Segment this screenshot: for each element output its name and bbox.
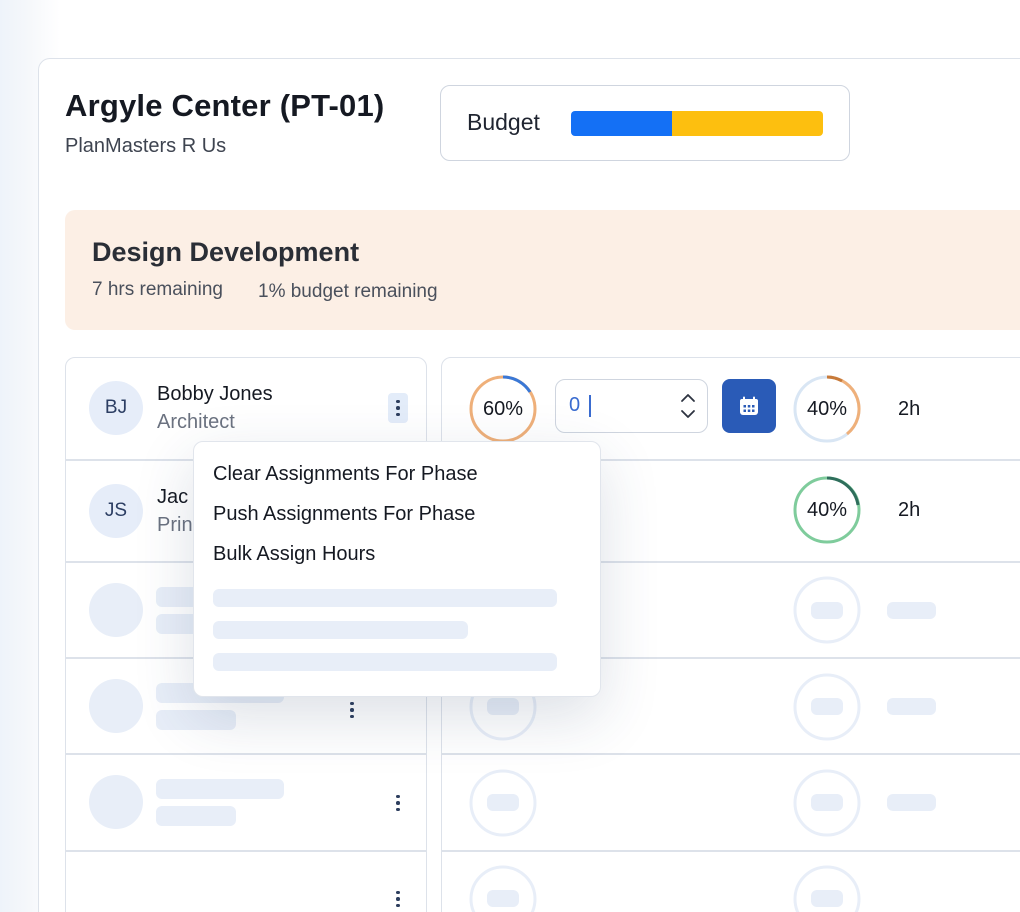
phase-budget-remaining: 1% budget remaining <box>258 281 438 302</box>
budget-used-segment <box>571 111 672 136</box>
person-name: Bobby Jones <box>157 383 273 405</box>
budget-label: Budget <box>467 109 540 135</box>
skeleton-bar <box>156 806 236 826</box>
skeleton-bar <box>811 698 843 715</box>
row-divider <box>442 753 1020 755</box>
client-name: PlanMasters R Us <box>65 135 227 157</box>
hours-value: 2h <box>898 499 921 521</box>
calendar-icon <box>740 396 758 415</box>
budget-remaining-segment <box>671 111 823 136</box>
allocation-percent: 60% <box>482 397 524 420</box>
avatar: BJ <box>89 381 143 435</box>
skeleton-bar <box>811 794 843 811</box>
skeleton-bar <box>213 621 468 639</box>
person-name: Jac <box>157 486 189 508</box>
phase-hours-remaining: 7 hrs remaining <box>92 279 223 300</box>
skeleton-bar <box>887 602 936 619</box>
person-role: Prin <box>157 514 193 536</box>
avatar: JS <box>89 484 143 538</box>
more-vertical-icon[interactable] <box>342 695 362 725</box>
avatar-placeholder <box>89 679 143 733</box>
more-vertical-icon[interactable] <box>388 788 408 818</box>
skeleton-bar <box>811 890 843 907</box>
skeleton-bar <box>487 794 519 811</box>
skeleton-bar <box>811 602 843 619</box>
calendar-button[interactable] <box>722 379 776 433</box>
menu-item-push-assignments[interactable]: Push Assignments For Phase <box>213 503 475 526</box>
skeleton-bar <box>156 779 284 799</box>
phase-context-menu: Clear Assignments For Phase Push Assignm… <box>193 441 601 697</box>
hours-input-value[interactable]: 0 <box>569 394 580 417</box>
more-vertical-icon[interactable] <box>388 393 408 423</box>
more-vertical-icon[interactable] <box>388 884 408 912</box>
skeleton-bar <box>887 794 936 811</box>
project-title: Argyle Center (PT-01) <box>65 88 385 123</box>
skeleton-bar <box>156 710 236 730</box>
avatar-placeholder <box>89 583 143 637</box>
budget-widget: Budget <box>440 85 850 161</box>
skeleton-bar <box>213 589 557 607</box>
hours-value: 2h <box>898 398 921 420</box>
hours-input[interactable]: 0 <box>555 379 708 433</box>
menu-item-clear-assignments[interactable]: Clear Assignments For Phase <box>213 463 478 486</box>
row-divider <box>66 753 426 755</box>
row-divider <box>442 850 1020 852</box>
row-divider <box>66 850 426 852</box>
skeleton-bar <box>487 698 519 715</box>
menu-item-bulk-assign-hours[interactable]: Bulk Assign Hours <box>213 543 375 566</box>
person-role: Architect <box>157 411 235 433</box>
phase-title: Design Development <box>92 237 360 267</box>
skeleton-bar <box>487 890 519 907</box>
skeleton-bar <box>887 698 936 715</box>
allocation-percent: 40% <box>806 397 848 420</box>
skeleton-bar <box>213 653 557 671</box>
avatar-placeholder <box>89 775 143 829</box>
chevron-up-down-icon[interactable] <box>679 387 697 425</box>
allocation-percent: 40% <box>806 498 848 521</box>
budget-bar <box>571 111 823 136</box>
text-caret <box>589 395 591 417</box>
phase-header: Design Development 7 hrs remaining 1% bu… <box>65 210 1020 330</box>
